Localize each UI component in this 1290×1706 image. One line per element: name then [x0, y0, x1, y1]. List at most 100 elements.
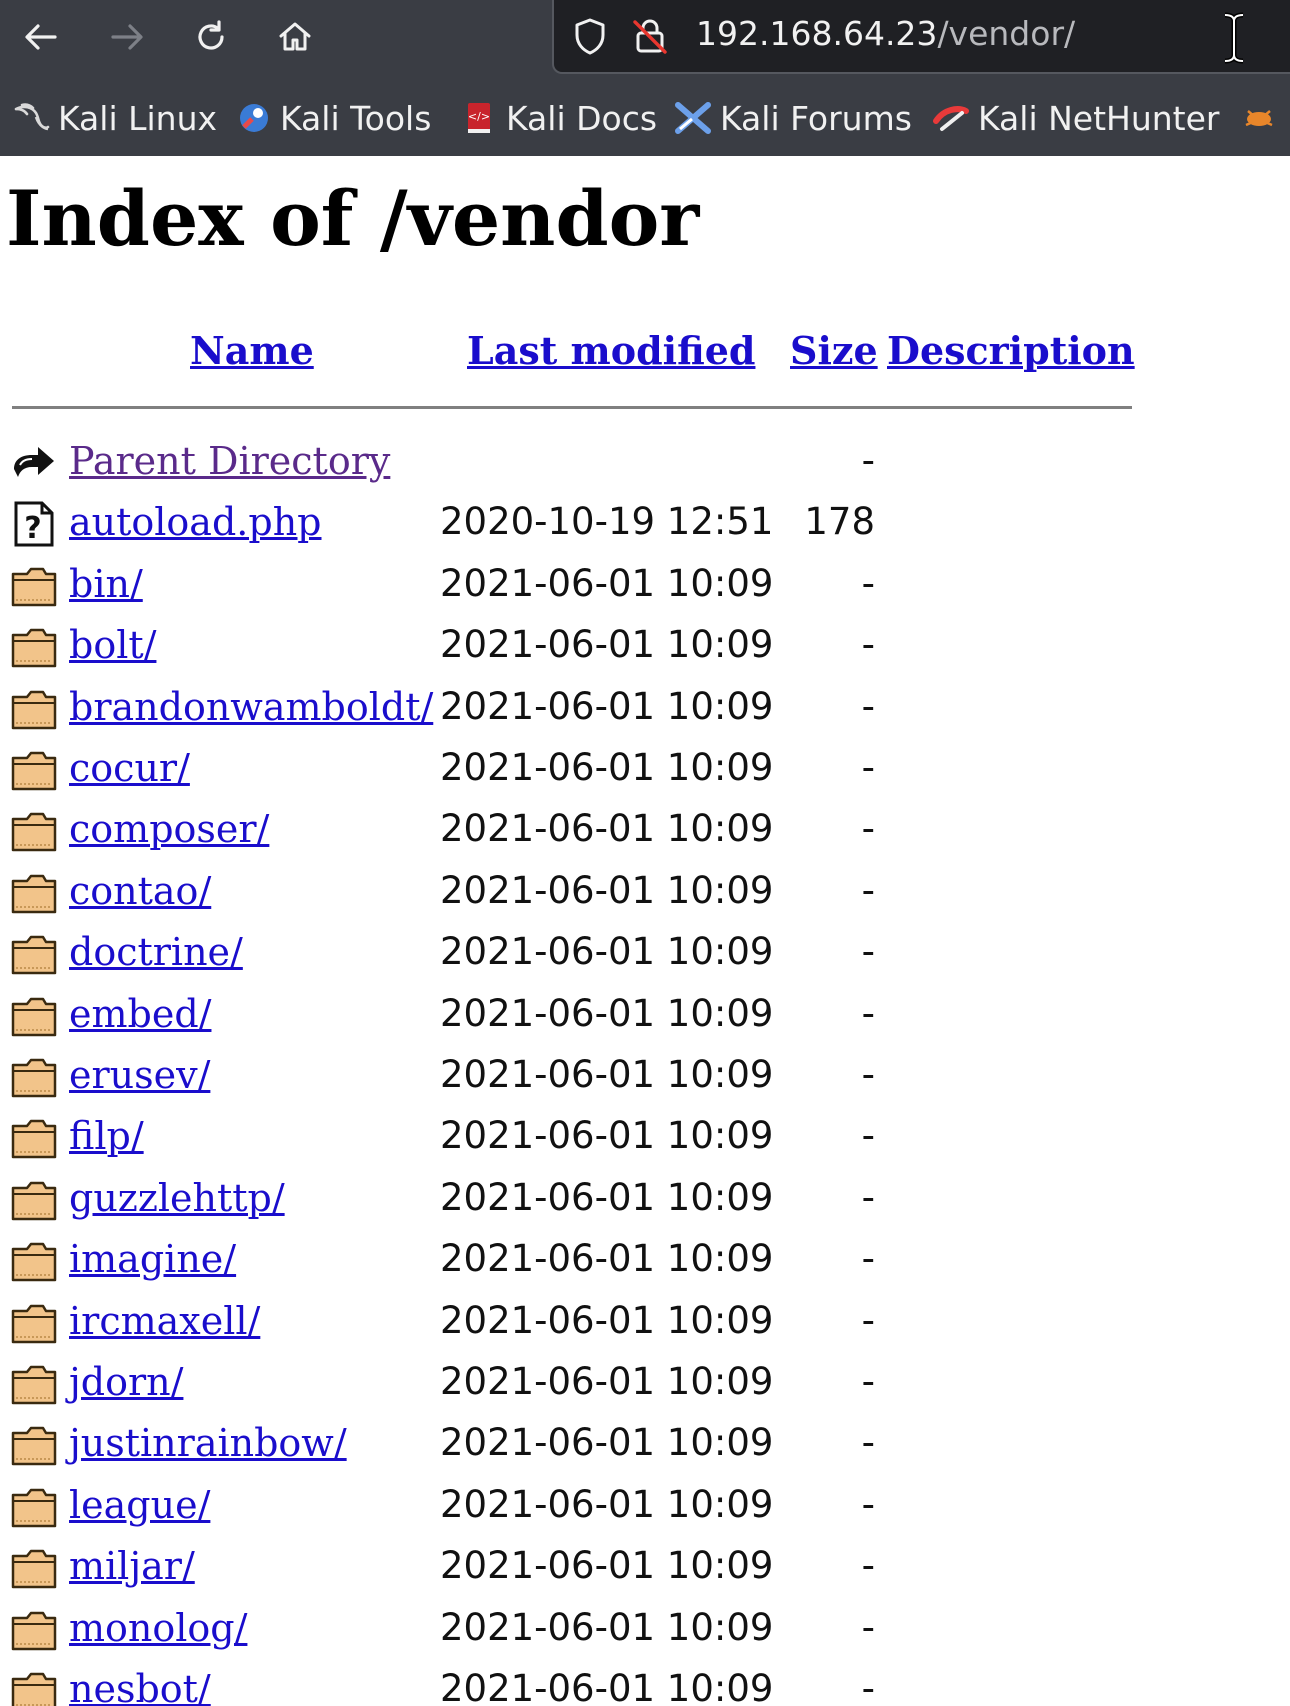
entry-link[interactable]: doctrine/	[69, 930, 243, 974]
entry-link[interactable]: monolog/	[69, 1606, 247, 1650]
bookmark-overflow[interactable]	[1240, 96, 1286, 140]
entry-link[interactable]: miljar/	[69, 1544, 195, 1588]
entry-link[interactable]: contao/	[69, 869, 211, 913]
table-row: filp/2021-06-01 10:09 -	[0, 1107, 1290, 1167]
table-row: cocur/2021-06-01 10:09 -	[0, 739, 1290, 799]
table-row: guzzlehttp/2021-06-01 10:09 -	[0, 1169, 1290, 1229]
entry-link[interactable]: filp/	[69, 1114, 144, 1158]
table-row: contao/2021-06-01 10:09 -	[0, 862, 1290, 922]
kali-forums-icon	[675, 102, 711, 134]
url-bar[interactable]: 192.168.64.23/vendor/	[552, 0, 1290, 74]
home-button[interactable]	[266, 8, 324, 66]
sort-by-name-link[interactable]: Name	[190, 328, 314, 373]
entry-name: monolog/	[69, 1605, 247, 1651]
entry-size: -	[861, 1482, 875, 1526]
entry-last-modified: 2021-06-01 10:09	[440, 684, 774, 728]
bookmark-kali-forums[interactable]: Kali Forums	[674, 96, 912, 140]
folder-icon	[10, 623, 58, 671]
entry-link[interactable]: ircmaxell/	[69, 1299, 260, 1343]
entry-name: nesbot/	[69, 1666, 211, 1706]
entry-size: -	[861, 930, 875, 974]
text-cursor-icon	[1224, 12, 1244, 64]
folder-icon	[10, 869, 58, 917]
entry-link[interactable]: jdorn/	[69, 1360, 183, 1404]
entry-link[interactable]: guzzlehttp/	[69, 1176, 285, 1220]
bookmark-kali-docs[interactable]: </> Kali Docs	[460, 96, 657, 140]
forward-button[interactable]	[98, 8, 156, 66]
entry-last-modified: 2021-06-01 10:09	[440, 991, 774, 1035]
entry-name: jdorn/	[69, 1359, 183, 1405]
entry-last-modified: 2021-06-01 10:09	[440, 1482, 774, 1526]
column-header-last-modified[interactable]: Last modified	[467, 328, 755, 374]
entry-link[interactable]: composer/	[69, 807, 269, 851]
entry-last-modified: 2021-06-01 10:09	[440, 1544, 774, 1588]
entry-name: imagine/	[69, 1236, 236, 1282]
entry-size: -	[861, 1605, 875, 1649]
entry-link[interactable]: autoload.php	[69, 500, 322, 544]
table-row: jdorn/2021-06-01 10:09 -	[0, 1353, 1290, 1413]
page-title: Index of /vendor	[6, 174, 700, 263]
table-row: miljar/2021-06-01 10:09 -	[0, 1537, 1290, 1597]
entry-link[interactable]: bin/	[69, 562, 143, 606]
sort-by-size-link[interactable]: Size	[790, 328, 878, 373]
page-content: Index of /vendor Name Last modified Size…	[0, 156, 1290, 1706]
entry-size: -	[861, 684, 875, 728]
reload-button[interactable]	[182, 8, 240, 66]
table-row: brandonwamboldt/2021-06-01 10:09 -	[0, 678, 1290, 738]
folder-icon	[10, 1299, 58, 1347]
unknown-file-icon: ?	[10, 500, 58, 548]
entry-link[interactable]: imagine/	[69, 1237, 236, 1281]
entry-size: -	[861, 1667, 875, 1706]
entry-size: -	[861, 746, 875, 789]
bookmark-kali-tools[interactable]: Kali Tools	[234, 96, 431, 140]
table-row: composer/2021-06-01 10:09 -	[0, 800, 1290, 860]
entry-size: -	[861, 1237, 875, 1281]
bookmark-label: Kali Tools	[280, 98, 432, 138]
parent-directory-row: Parent Directory -	[0, 432, 1290, 492]
shield-icon[interactable]	[568, 14, 612, 58]
kali-dragon-icon	[14, 103, 50, 131]
kali-nethunter-icon	[933, 106, 969, 131]
entry-link[interactable]: justinrainbow/	[69, 1421, 347, 1465]
bookmark-kali-nethunter[interactable]: Kali NetHunter	[932, 96, 1220, 140]
entry-link[interactable]: bolt/	[69, 623, 156, 667]
entry-last-modified: 2021-06-01 10:09	[440, 930, 774, 974]
entry-name: bolt/	[69, 622, 156, 668]
bookmark-label: Kali NetHunter	[978, 98, 1220, 138]
entry-size: -	[861, 807, 875, 851]
back-button[interactable]	[12, 8, 70, 66]
parent-directory-link[interactable]: Parent Directory	[69, 439, 390, 483]
kali-docs-icon: </>	[468, 103, 490, 133]
column-header-name[interactable]: Name	[190, 328, 314, 374]
entry-link[interactable]: embed/	[69, 992, 211, 1036]
entry-last-modified: 2021-06-01 10:09	[440, 868, 774, 912]
sort-by-description-link[interactable]: Description	[887, 328, 1135, 373]
entry-name: composer/	[69, 806, 269, 852]
folder-icon	[10, 930, 58, 978]
entry-link[interactable]: erusev/	[69, 1053, 210, 1097]
entry-last-modified: 2021-06-01 10:09	[440, 807, 774, 851]
column-header-size[interactable]: Size	[790, 328, 878, 374]
entry-name: bin/	[69, 561, 143, 607]
folder-icon	[10, 1667, 58, 1706]
table-row: doctrine/2021-06-01 10:09 -	[0, 923, 1290, 983]
url-text[interactable]: 192.168.64.23/vendor/	[696, 14, 1075, 53]
bookmark-kali-linux[interactable]: Kali Linux	[12, 96, 217, 140]
entry-last-modified: 2021-06-01 10:09	[440, 1360, 774, 1403]
entry-link[interactable]: cocur/	[69, 746, 190, 790]
entry-size: -	[861, 1053, 875, 1096]
insecure-lock-icon[interactable]	[628, 14, 672, 58]
column-header-description[interactable]: Description	[887, 328, 1135, 374]
entry-link[interactable]: brandonwamboldt/	[69, 685, 433, 729]
entry-link[interactable]: league/	[69, 1483, 210, 1527]
entry-name: Parent Directory	[69, 438, 390, 484]
table-row: nesbot/2021-06-01 10:09 -	[0, 1660, 1290, 1706]
entry-last-modified: 2021-06-01 10:09	[440, 1605, 774, 1649]
entry-name: league/	[69, 1482, 210, 1528]
table-row: monolog/2021-06-01 10:09 -	[0, 1599, 1290, 1659]
folder-icon	[10, 1237, 58, 1285]
entry-last-modified: 2021-06-01 10:09	[440, 1667, 774, 1706]
entry-last-modified: 2020-10-19 12:51	[440, 500, 774, 544]
sort-by-last-modified-link[interactable]: Last modified	[467, 328, 755, 373]
entry-link[interactable]: nesbot/	[69, 1667, 211, 1706]
